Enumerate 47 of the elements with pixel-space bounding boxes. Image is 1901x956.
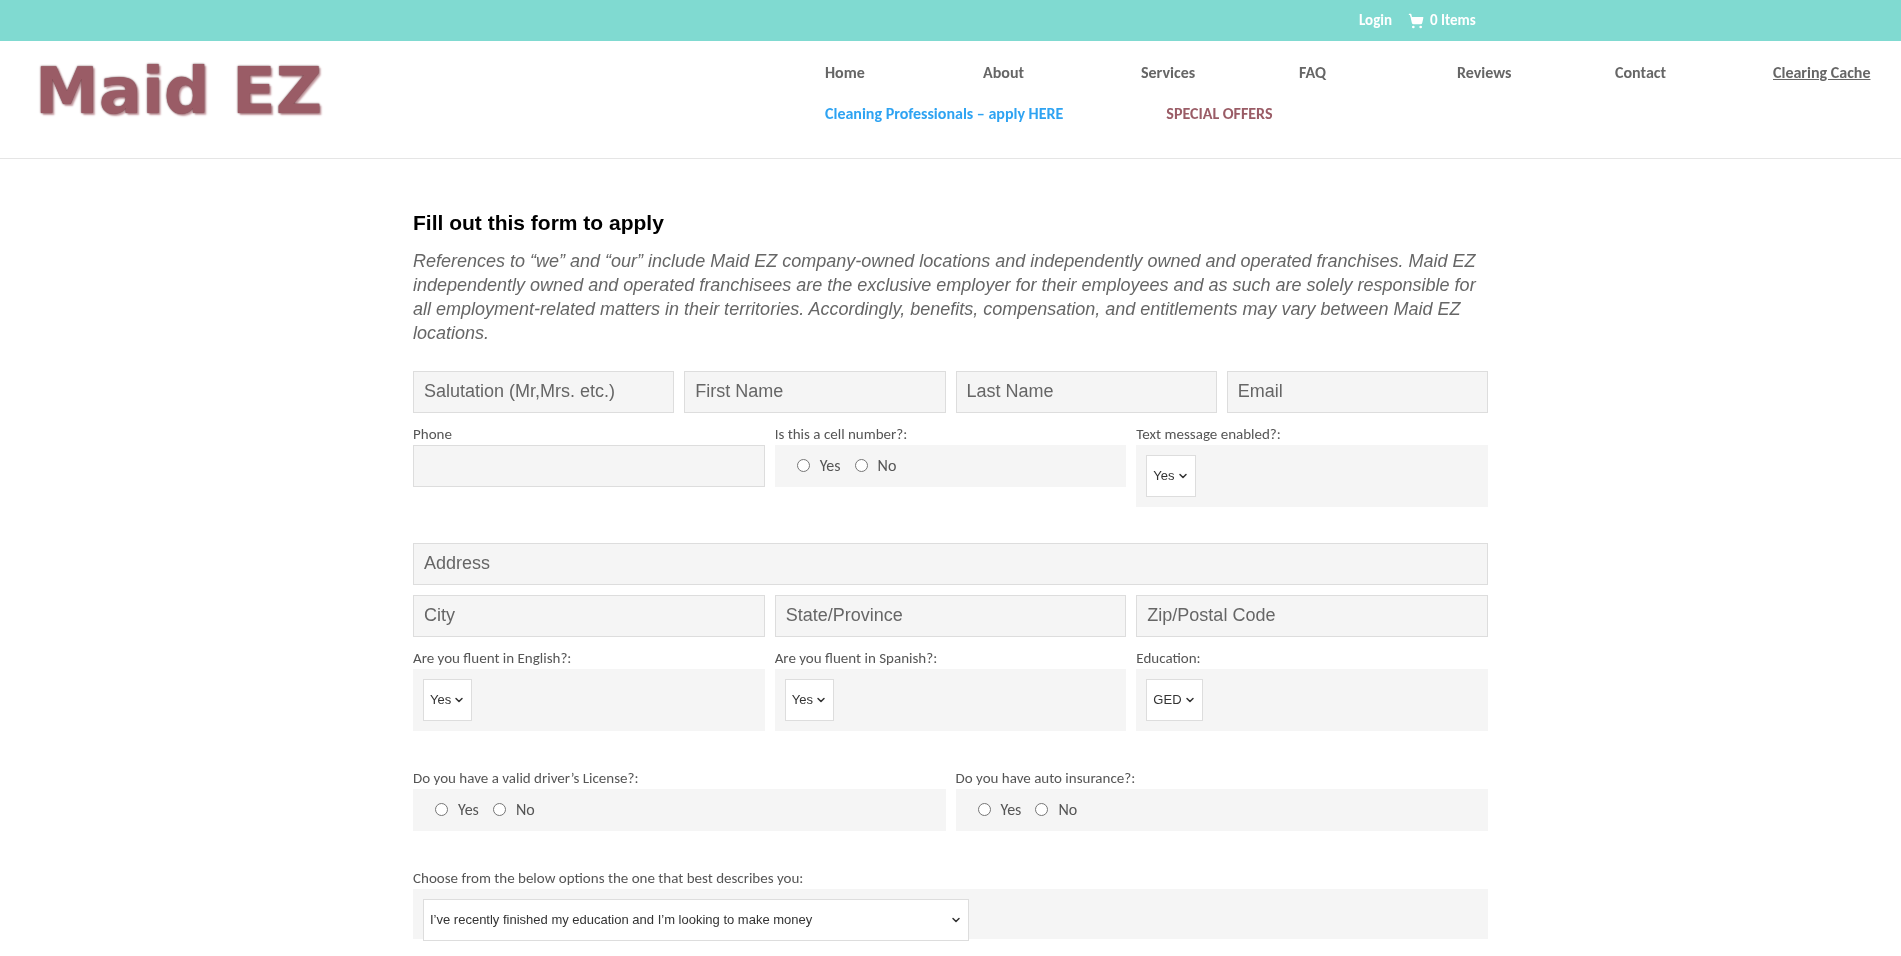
nav-link[interactable]: SPECIAL OFFERS — [1166, 102, 1273, 126]
field-label: Do you have auto insurance?: — [955, 767, 1137, 789]
field-label: Text message enabled?: — [1136, 423, 1282, 445]
field-label: Are you fluent in Spanish?: — [774, 647, 939, 669]
radio-button[interactable] — [796, 459, 810, 472]
radio-button[interactable] — [977, 803, 991, 816]
field-label: Do you have a valid driver’s License?: — [413, 767, 640, 789]
radio-button[interactable] — [435, 803, 448, 816]
nav-link[interactable]: Contact — [1615, 61, 1773, 85]
text-field[interactable]: Last Name — [955, 370, 1217, 413]
field-label: Are you fluent in English?: — [413, 647, 573, 669]
dropdown-select[interactable]: Yes — [1146, 454, 1196, 497]
radio-label: Yes — [1000, 798, 1022, 821]
field-label: Phone — [413, 423, 453, 445]
phone-field[interactable] — [413, 444, 765, 487]
nav-link[interactable]: FAQ — [1299, 61, 1457, 85]
field-label: Choose from the below options the one that best describes you: — [413, 867, 805, 889]
radio-label: No — [1058, 798, 1078, 821]
intro-paragraph: References to “we” and “our” include Maid EZ company-owned locations and independently owned and operated franchises. Maid EZ independently owned and operated franchisees are the exclusive employer for their employees and as such are solely responsible for all employment-related matters in their territories. Accordingly, benefits, compensation, and entitlements may vary between Maid EZ locations. — [413, 249, 1478, 345]
radio-button[interactable] — [854, 459, 868, 472]
text-field[interactable]: Email — [1226, 370, 1488, 413]
radio-label: Yes — [458, 798, 479, 821]
nav-link[interactable]: Clearing Cache — [1773, 61, 1871, 85]
text-field[interactable]: City — [413, 594, 765, 637]
dropdown-select[interactable]: Yes — [784, 678, 834, 721]
text-field[interactable]: First Name — [684, 370, 946, 413]
radio-label: No — [515, 798, 535, 821]
field-label: Education: — [1136, 647, 1202, 669]
text-field[interactable]: Address — [413, 542, 1488, 585]
nav-link[interactable]: Services — [1141, 61, 1299, 85]
nav-link[interactable]: About — [983, 61, 1141, 85]
text-field[interactable]: Salutation (Mr,Mrs. etc.) — [413, 370, 675, 413]
nav-link[interactable]: Home — [825, 61, 983, 85]
radio-button[interactable] — [492, 803, 506, 816]
form-title: Fill out this form to apply — [413, 210, 665, 236]
dropdown-select[interactable]: Yes — [423, 678, 473, 721]
radio-label: Yes — [819, 454, 841, 477]
text-field[interactable]: Zip/Postal Code — [1136, 594, 1488, 637]
dropdown-select[interactable]: GED — [1146, 678, 1203, 721]
field-label: Is this a cell number?: — [774, 423, 909, 445]
radio-button[interactable] — [1035, 803, 1049, 816]
cart-icon — [1408, 12, 1425, 29]
site-logo[interactable]: Maid EZ — [35, 54, 323, 128]
nav-link[interactable]: Reviews — [1457, 61, 1615, 85]
text-field[interactable]: State/Province — [774, 594, 1127, 637]
radio-label: No — [877, 454, 897, 477]
dropdown-select[interactable]: I’ve recently finished my education and I’m looking to make money — [423, 898, 969, 941]
